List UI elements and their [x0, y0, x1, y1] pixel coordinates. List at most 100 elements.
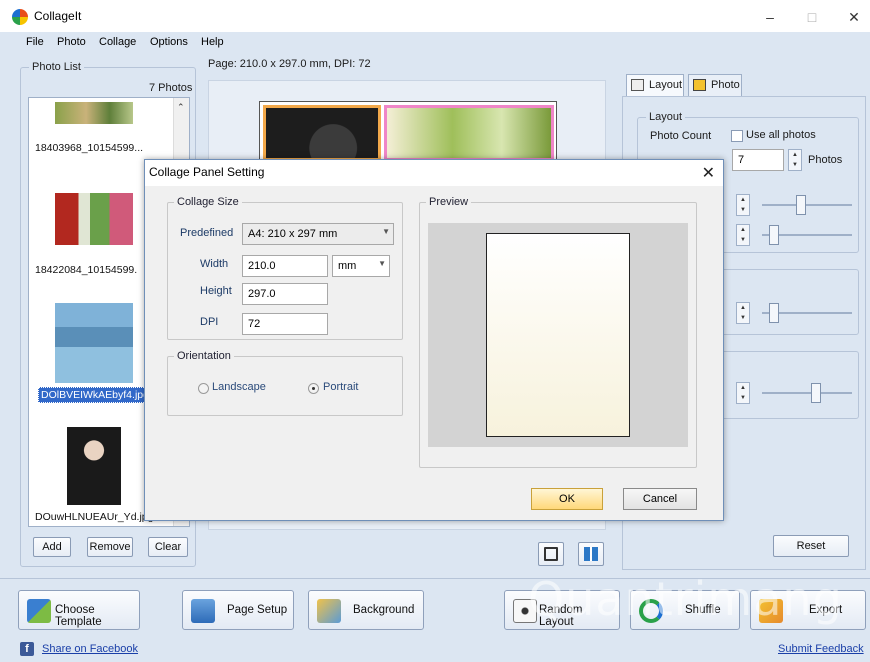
- use-all-photos-label: Use all photos: [746, 129, 816, 141]
- predefined-select[interactable]: A4: 210 x 297 mm ▼: [242, 223, 394, 245]
- remove-photo-button[interactable]: Remove: [87, 537, 133, 557]
- photo-tab-icon: [693, 79, 706, 91]
- dialog-title: Collage Panel Setting: [149, 165, 265, 179]
- chevron-down-icon: ▼: [382, 227, 390, 236]
- photo-caption-2: 18422084_10154599.: [35, 264, 138, 276]
- chevron-down-icon: ▼: [378, 259, 386, 268]
- photo-list-legend: Photo List: [29, 61, 84, 73]
- right-tabs: Layout Photo: [622, 74, 866, 96]
- watermark: Quantrimang: [528, 572, 843, 626]
- template-icon: [27, 599, 51, 623]
- portrait-radio[interactable]: [308, 383, 319, 394]
- margin-spinner[interactable]: ▲ ▼: [736, 382, 750, 404]
- menu-help[interactable]: Help: [201, 36, 224, 48]
- preview-area: [428, 223, 688, 447]
- collage-panel-setting-dialog: Collage Panel Setting ✕ Collage Size Pre…: [144, 159, 724, 521]
- photo-thumb-3[interactable]: [55, 303, 133, 383]
- orientation-group: Orientation Landscape Portrait: [167, 350, 403, 416]
- choose-template-label: Choose Template: [55, 604, 102, 628]
- layout-spinner-2[interactable]: ▲ ▼: [736, 224, 750, 246]
- predefined-value: A4: 210 x 297 mm: [248, 228, 338, 240]
- background-label: Background: [353, 604, 415, 616]
- layout-legend: Layout: [646, 111, 686, 123]
- width-label: Width: [200, 258, 229, 270]
- use-all-photos-checkbox[interactable]: [731, 130, 743, 142]
- preview-group: Preview: [419, 196, 697, 468]
- menu-photo[interactable]: Photo: [57, 36, 86, 48]
- maximize-button[interactable]: □: [792, 4, 832, 30]
- layout-slider-1[interactable]: [796, 195, 806, 215]
- background-button[interactable]: Background: [308, 590, 424, 630]
- menu-file[interactable]: File: [26, 36, 44, 48]
- portrait-label: Portrait: [323, 381, 359, 393]
- photo-count-field-label: Photo Count: [650, 130, 712, 142]
- photo-caption-4: DOuwHLNUEAUr_Yd.jpg: [35, 511, 154, 523]
- minimize-button[interactable]: –: [750, 4, 790, 30]
- dialog-title-bar: Collage Panel Setting ✕: [145, 160, 723, 186]
- height-label: Height: [200, 285, 232, 297]
- preview-page: [486, 233, 630, 437]
- tab-photo-label: Photo: [711, 79, 740, 91]
- width-input[interactable]: 210.0: [242, 255, 328, 277]
- collage-cell-2[interactable]: [384, 105, 554, 161]
- app-icon: [12, 9, 28, 25]
- collage-page[interactable]: [259, 101, 557, 161]
- orientation-legend: Orientation: [174, 350, 234, 362]
- landscape-radio[interactable]: [198, 383, 209, 394]
- submit-feedback-link[interactable]: Submit Feedback: [778, 643, 864, 655]
- close-button[interactable]: ✕: [834, 4, 870, 30]
- landscape-label: Landscape: [212, 381, 266, 393]
- spacing-spinner[interactable]: ▲ ▼: [736, 302, 750, 324]
- window-title: CollageIt: [34, 9, 82, 23]
- page-setup-icon: [191, 599, 215, 623]
- share-facebook-link[interactable]: Share on Facebook: [42, 643, 138, 655]
- add-photo-button[interactable]: Add: [33, 537, 71, 557]
- collage-size-group: Collage Size Predefined A4: 210 x 297 mm…: [167, 196, 403, 340]
- layout-spinner-1[interactable]: ▲ ▼: [736, 194, 750, 216]
- reset-button[interactable]: Reset: [773, 535, 849, 557]
- layout-tab-icon: [631, 79, 644, 91]
- photo-caption-1: 18403968_10154599...: [35, 142, 144, 154]
- ok-button[interactable]: OK: [531, 488, 603, 510]
- photo-caption-3-selected: DOlBVEIWkAEbyf4.jpg: [38, 387, 152, 403]
- menu-options[interactable]: Options: [150, 36, 188, 48]
- fit-button[interactable]: [578, 542, 604, 566]
- tab-photo[interactable]: Photo: [688, 74, 742, 96]
- menu-bar: File Photo Collage Options Help: [0, 32, 870, 52]
- page-setup-button[interactable]: Page Setup: [182, 590, 294, 630]
- layout-slider-2[interactable]: [769, 225, 779, 245]
- predefined-label: Predefined: [180, 227, 234, 239]
- photo-count-input[interactable]: 7: [732, 149, 784, 171]
- photo-count-spinner[interactable]: ▲ ▼: [788, 149, 802, 171]
- photo-thumb-1[interactable]: [55, 102, 133, 124]
- unit-select[interactable]: mm ▼: [332, 255, 390, 277]
- height-input[interactable]: 297.0: [242, 283, 328, 305]
- facebook-icon[interactable]: f: [20, 642, 34, 656]
- background-icon: [317, 599, 341, 623]
- photo-thumb-2[interactable]: [55, 193, 133, 245]
- preview-legend: Preview: [426, 196, 472, 208]
- spacing-slider[interactable]: [769, 303, 779, 323]
- page-info: Page: 210.0 x 297.0 mm, DPI: 72: [208, 58, 371, 70]
- crop-button[interactable]: [538, 542, 564, 566]
- photos-unit-label: Photos: [808, 154, 843, 166]
- page-setup-label: Page Setup: [227, 604, 288, 616]
- photo-count-label: 7 Photos: [149, 82, 193, 94]
- cancel-button[interactable]: Cancel: [623, 488, 697, 510]
- fit-icon: [584, 547, 598, 561]
- margin-slider[interactable]: [811, 383, 821, 403]
- photo-thumb-4[interactable]: [67, 427, 121, 505]
- crop-icon: [544, 547, 558, 561]
- menu-collage[interactable]: Collage: [99, 36, 136, 48]
- dpi-input[interactable]: 72: [242, 313, 328, 335]
- unit-value: mm: [338, 260, 357, 272]
- tab-layout[interactable]: Layout: [626, 74, 684, 96]
- tab-layout-label: Layout: [649, 79, 683, 91]
- dialog-close-button[interactable]: ✕: [702, 163, 715, 183]
- collage-cell-1[interactable]: [263, 105, 381, 161]
- title-bar: CollageIt – □ ✕: [0, 0, 870, 32]
- scroll-up-icon[interactable]: ⌃: [177, 102, 185, 113]
- choose-template-button[interactable]: Choose Template: [18, 590, 140, 630]
- clear-photos-button[interactable]: Clear: [148, 537, 188, 557]
- collage-size-legend: Collage Size: [174, 196, 242, 208]
